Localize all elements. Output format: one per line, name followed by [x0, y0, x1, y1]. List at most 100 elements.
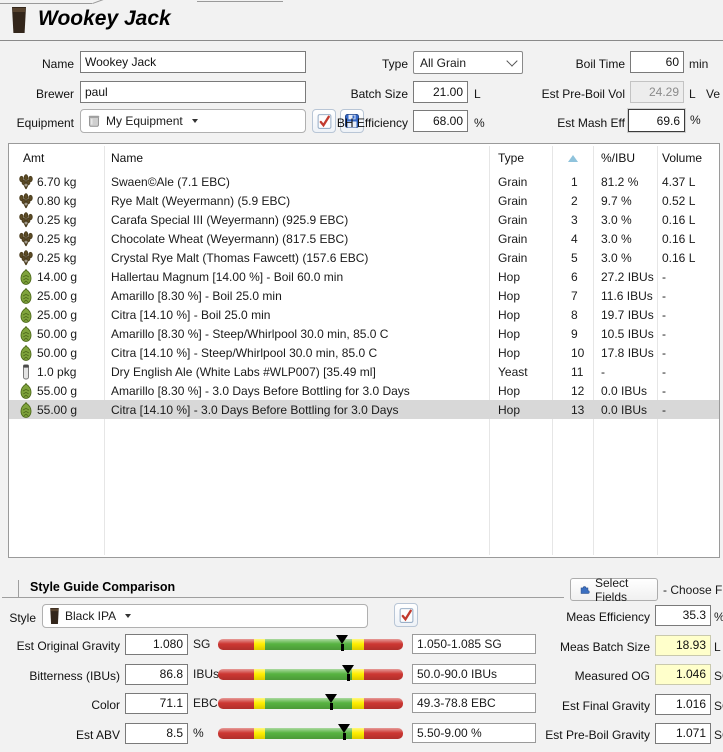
order-cell: 11	[552, 365, 593, 379]
order-cell: 10	[552, 346, 593, 360]
name-cell: Dry English Ale (White Labs #WLP007) [35…	[104, 365, 489, 379]
name-input[interactable]	[80, 51, 306, 73]
name-cell: Crystal Rye Malt (Thomas Fawcett) (157.6…	[104, 251, 489, 265]
pct-ibu-cell: -	[593, 365, 657, 379]
pct-ibu-cell: 9.7 %	[593, 194, 657, 208]
header-name[interactable]: Name	[104, 151, 489, 165]
batch-size-unit: L	[474, 86, 481, 102]
measurement-row: Est Pre-Boil Gravity 1.071 SG	[0, 722, 723, 746]
boil-time-input[interactable]	[630, 51, 684, 73]
table-row[interactable]: 55.00 g Citra [14.10 %] - 3.0 Days Befor…	[9, 400, 719, 419]
measurement-value-box[interactable]: 18.93	[655, 635, 711, 656]
name-cell: Carafa Special III (Weyermann) (925.9 EB…	[104, 213, 489, 227]
ingredient-icon	[19, 212, 33, 228]
table-header-row: Amt Name Type %/IBU Volume	[9, 144, 719, 172]
amt-cell: 50.00 g	[37, 327, 77, 341]
boil-time-label: Boil Time	[540, 56, 625, 72]
brewer-input[interactable]	[80, 81, 306, 103]
batch-size-label: Batch Size	[300, 86, 408, 102]
measurement-label: Est Pre-Boil Gravity	[528, 727, 650, 743]
type-cell: Grain	[489, 232, 552, 246]
pct-ibu-cell: 3.0 %	[593, 251, 657, 265]
table-row[interactable]: 0.25 kg Crystal Rye Malt (Thomas Fawcett…	[9, 248, 719, 267]
ingredient-icon	[19, 383, 33, 399]
tab-edge-line-2	[197, 1, 283, 2]
table-row[interactable]: 25.00 g Citra [14.10 %] - Boil 25.0 min …	[9, 305, 719, 324]
table-body: 6.70 kg Swaen©Ale (7.1 EBC) Grain 1 81.2…	[9, 172, 719, 419]
measurement-unit: L	[714, 639, 721, 655]
amt-cell: 0.25 kg	[37, 232, 76, 246]
table-row[interactable]: 14.00 g Hallertau Magnum [14.00 %] - Boi…	[9, 267, 719, 286]
type-cell: Yeast	[489, 365, 552, 379]
ingredient-icon	[19, 326, 33, 342]
type-cell: Hop	[489, 270, 552, 284]
bh-efficiency-label: BH Efficiency	[300, 115, 408, 131]
header-pct-ibu[interactable]: %/IBU	[593, 151, 657, 165]
brewer-label: Brewer	[0, 86, 74, 102]
amt-cell: 55.00 g	[37, 384, 77, 398]
amt-cell: 50.00 g	[37, 346, 77, 360]
style-guide-section-title: Style Guide Comparison	[30, 580, 175, 594]
type-cell: Hop	[489, 327, 552, 341]
name-cell: Rye Malt (Weyermann) (5.9 EBC)	[104, 194, 489, 208]
equipment-value: My Equipment	[106, 114, 183, 128]
type-select[interactable]: All Grain	[413, 51, 523, 74]
equipment-label: Equipment	[0, 115, 74, 131]
measurement-label: Measured OG	[528, 668, 650, 684]
table-row[interactable]: 25.00 g Amarillo [8.30 %] - Boil 25.0 mi…	[9, 286, 719, 305]
table-row[interactable]: 55.00 g Amarillo [8.30 %] - 3.0 Days Bef…	[9, 381, 719, 400]
measurement-value-box[interactable]: 1.071	[655, 723, 711, 744]
name-cell: Citra [14.10 %] - 3.0 Days Before Bottli…	[104, 403, 489, 417]
batch-size-input[interactable]	[413, 81, 468, 103]
header-sort[interactable]	[552, 155, 593, 162]
order-cell: 1	[552, 175, 593, 189]
measurement-row: Est Final Gravity 1.016 SG	[0, 693, 723, 717]
volume-cell: 0.16 L	[657, 232, 719, 246]
volume-cell: 4.37 L	[657, 175, 719, 189]
est-mash-eff-label: Est Mash Eff	[540, 115, 625, 131]
measurement-label: Meas Batch Size	[528, 639, 650, 655]
amt-cell: 6.70 kg	[37, 175, 76, 189]
name-cell: Amarillo [8.30 %] - Boil 25.0 min	[104, 289, 489, 303]
measurement-unit: SG	[714, 668, 723, 684]
est-mash-eff-input[interactable]	[628, 109, 685, 132]
order-cell: 2	[552, 194, 593, 208]
amt-cell: 25.00 g	[37, 289, 77, 303]
ingredient-icon	[19, 269, 33, 285]
name-cell: Chocolate Wheat (Weyermann) (817.5 EBC)	[104, 232, 489, 246]
measurement-unit: SG	[714, 727, 723, 743]
equipment-dropdown[interactable]: My Equipment	[80, 109, 306, 133]
table-row[interactable]: 0.25 kg Chocolate Wheat (Weyermann) (817…	[9, 229, 719, 248]
table-row[interactable]: 50.00 g Citra [14.10 %] - Steep/Whirlpoo…	[9, 343, 719, 362]
volume-cell: -	[657, 365, 719, 379]
table-row[interactable]: 50.00 g Amarillo [8.30 %] - Steep/Whirlp…	[9, 324, 719, 343]
bh-efficiency-input[interactable]	[413, 110, 468, 132]
table-row[interactable]: 1.0 pkg Dry English Ale (White Labs #WLP…	[9, 362, 719, 381]
type-cell: Hop	[489, 346, 552, 360]
header-type[interactable]: Type	[489, 151, 552, 165]
order-cell: 6	[552, 270, 593, 284]
amt-cell: 0.25 kg	[37, 213, 76, 227]
table-row[interactable]: 0.25 kg Carafa Special III (Weyermann) (…	[9, 210, 719, 229]
measurement-row: Meas Batch Size 18.93 L	[0, 634, 723, 658]
select-fields-button[interactable]: Select Fields	[570, 578, 658, 601]
bh-efficiency-unit: %	[474, 115, 485, 131]
measurement-value-box[interactable]: 1.046	[655, 664, 711, 685]
measurement-row: Measured OG 1.046 SG	[0, 663, 723, 687]
ingredient-icon	[19, 250, 33, 266]
clipped-right-label: Ve	[706, 86, 720, 102]
measurement-value-box[interactable]: 1.016	[655, 694, 711, 715]
table-row[interactable]: 0.80 kg Rye Malt (Weyermann) (5.9 EBC) G…	[9, 191, 719, 210]
measurement-value-box[interactable]: 35.3	[655, 605, 711, 626]
ingredient-icon	[19, 174, 33, 190]
volume-cell: -	[657, 327, 719, 341]
header-amt[interactable]: Amt	[9, 151, 104, 165]
table-row[interactable]: 6.70 kg Swaen©Ale (7.1 EBC) Grain 1 81.2…	[9, 172, 719, 191]
kettle-icon	[87, 114, 101, 128]
measurements: Meas Efficiency 35.3 % Meas Batch Size 1…	[0, 604, 723, 752]
amt-cell: 0.25 kg	[37, 251, 76, 265]
header-volume[interactable]: Volume	[657, 151, 719, 165]
volume-cell: -	[657, 308, 719, 322]
page-title: Wookey Jack	[38, 7, 171, 31]
type-cell: Hop	[489, 289, 552, 303]
